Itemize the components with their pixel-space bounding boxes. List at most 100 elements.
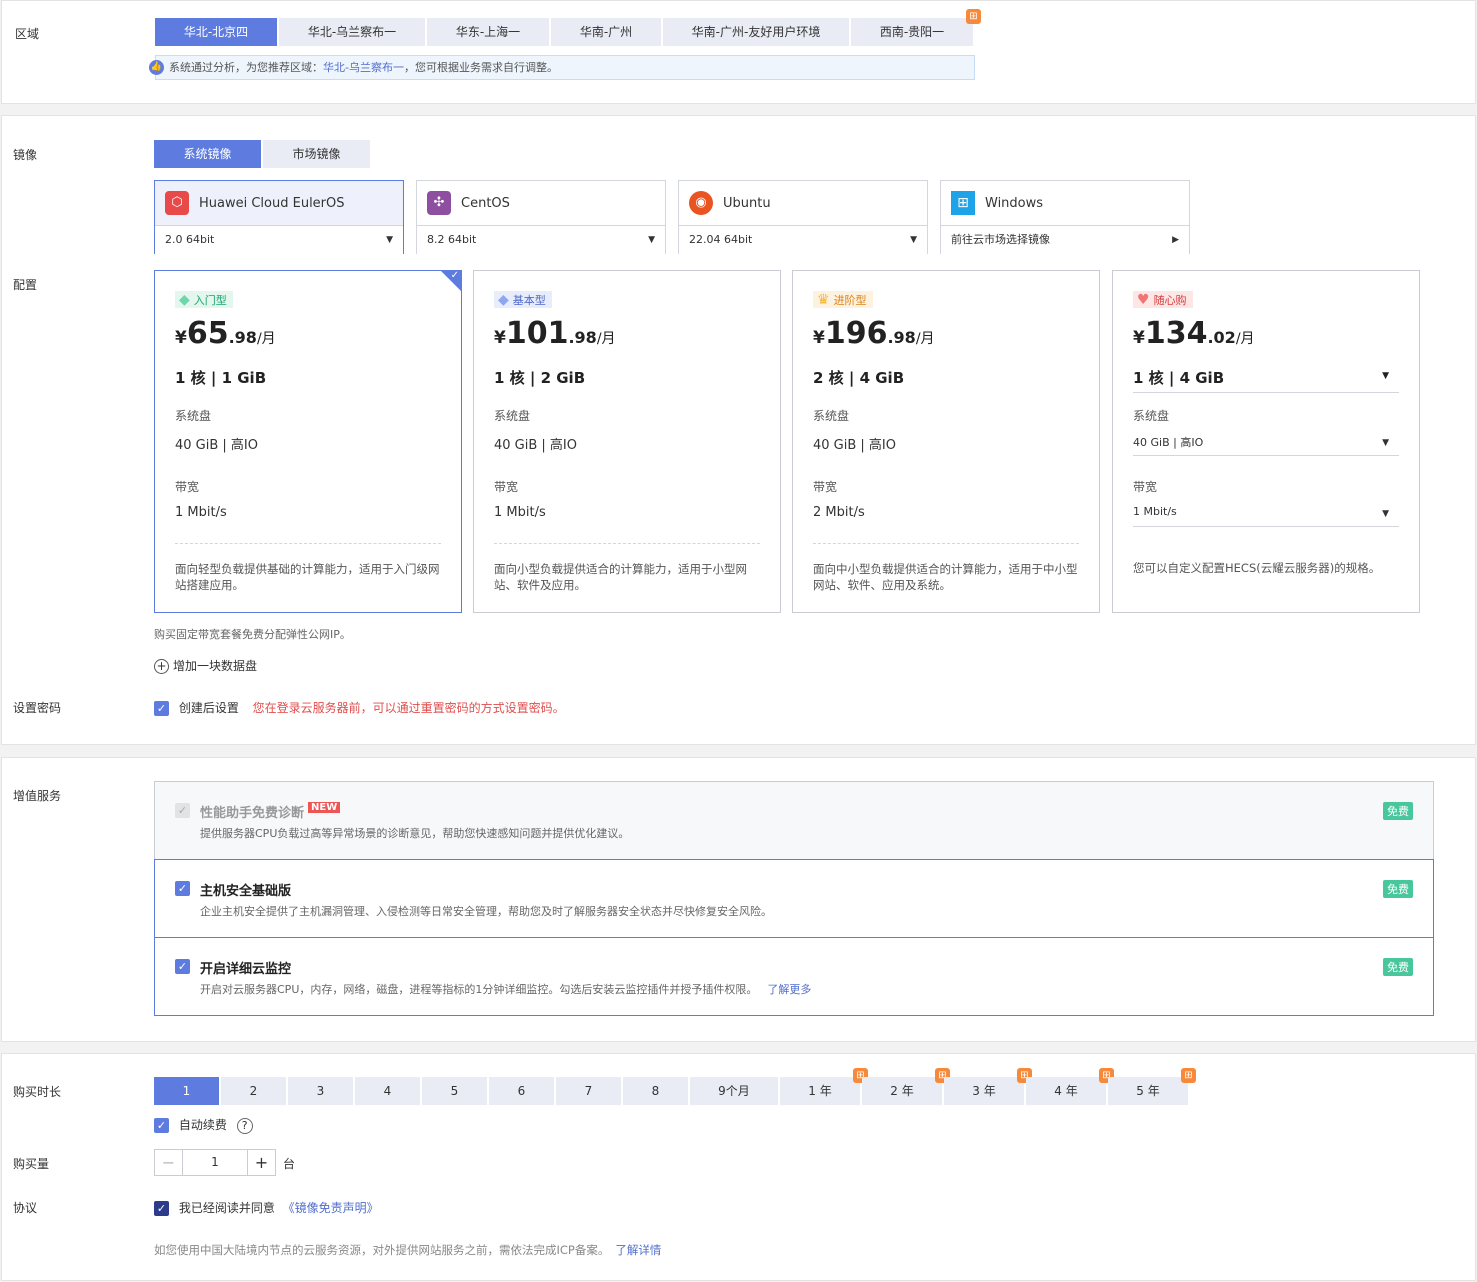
bw-value: 1 Mbit/s <box>494 505 546 520</box>
duration-4[interactable]: 4 <box>355 1077 420 1105</box>
crown-icon: ♛ <box>817 291 830 308</box>
duration-1-year-label: 1 年 <box>808 1084 832 1098</box>
os-card-centos[interactable]: ✣ CentOS 8.2 64bit ▼ <box>416 180 666 254</box>
tab-system-image[interactable]: 系统镜像 <box>154 140 261 168</box>
price-unit: /月 <box>256 331 276 347</box>
duration-2[interactable]: 2 <box>221 1077 286 1105</box>
tip-region-link[interactable]: 华北-乌兰察布一 <box>323 61 404 74</box>
bw-value: 1 Mbit/s <box>175 505 227 520</box>
tip-suffix: ，您可根据业务需求自行调整。 <box>403 61 558 74</box>
os-card-ubuntu[interactable]: ◉ Ubuntu 22.04 64bit ▼ <box>678 180 928 254</box>
free-badge: 免费 <box>1383 880 1413 898</box>
bw-label: 带宽 <box>175 480 200 494</box>
duration-7[interactable]: 7 <box>556 1077 621 1105</box>
disclaimer-link[interactable]: 《镜像免责声明》 <box>283 1201 379 1215</box>
decrement-button[interactable]: − <box>155 1150 182 1175</box>
gem-icon: ◆ <box>498 291 509 308</box>
price-dec: .02 <box>1207 328 1236 347</box>
price-dec: .98 <box>568 328 597 347</box>
os-card-windows[interactable]: ⊞ Windows 前往云市场选择镜像 ▶ <box>940 180 1190 254</box>
duration-5-year[interactable]: 5 年 ⊞ <box>1108 1068 1196 1105</box>
spec-select[interactable]: 1 核 | 4 GiB ▼ <box>1133 367 1399 393</box>
region-tab-guangzhou[interactable]: 华南-广州 <box>551 18 661 46</box>
price-int: 65 <box>186 316 229 351</box>
plan-card-basic[interactable]: ◆ 基本型 ¥101.98/月 1 核 | 2 GiB 系统盘 40 GiB | … <box>473 270 781 613</box>
auto-renew: ✓ 自动续费 ? <box>154 1116 253 1134</box>
plan-card-custom[interactable]: ♥ 随心购 ¥134.02/月 1 核 | 4 GiB ▼ 系统盘 40 GiB |… <box>1112 270 1420 613</box>
host-security-checkbox[interactable]: ✓ <box>175 881 190 896</box>
duration-2-year[interactable]: 2 年 ⊞ <box>862 1068 950 1105</box>
duration-4-year[interactable]: 4 年 ⊞ <box>1026 1068 1114 1105</box>
price-int: 101 <box>505 316 569 351</box>
region-tab-ulanqab1[interactable]: 华北-乌兰察布一 <box>279 18 425 46</box>
free-badge: 免费 <box>1383 802 1413 820</box>
duration-3-year[interactable]: 3 年 ⊞ <box>944 1068 1032 1105</box>
duration-6[interactable]: 6 <box>489 1077 554 1105</box>
duration-2-year-label: 2 年 <box>890 1084 914 1098</box>
os-version-select[interactable]: 8.2 64bit ▼ <box>417 226 665 254</box>
windows-logo-icon: ⊞ <box>951 191 975 215</box>
region-tab-guangzhou-friendly[interactable]: 华南-广州-友好用户环境 <box>663 18 849 46</box>
ip-note: 购买固定带宽套餐免费分配弹性公网IP。 <box>154 628 351 641</box>
price-currency: ¥ <box>813 328 825 348</box>
os-market-link[interactable]: 前往云市场选择镜像 ▶ <box>941 226 1189 254</box>
vas-item-host-security[interactable]: ✓ 主机安全基础版 企业主机安全提供了主机漏洞管理、入侵检测等日常安全管理，帮助… <box>154 859 1434 938</box>
duration-3-year-label: 3 年 <box>972 1084 996 1098</box>
plan-badge: ♥ 随心购 <box>1133 291 1193 308</box>
plan-badge: ◆ 入门型 <box>175 291 233 308</box>
icp-note-text: 如您使用中国大陆境内节点的云服务资源，对外提供网站服务之前，需依法完成ICP备案… <box>154 1243 610 1257</box>
duration-label: 购买时长 <box>13 1085 62 1099</box>
duration-8[interactable]: 8 <box>623 1077 688 1105</box>
duration-1-year[interactable]: 1 年 ⊞ <box>780 1068 868 1105</box>
new-badge: NEW <box>308 802 341 813</box>
help-icon[interactable]: ? <box>236 1117 253 1134</box>
icp-details-link[interactable]: 了解详情 <box>615 1243 661 1257</box>
ubuntu-logo-icon: ◉ <box>689 191 713 215</box>
os-version-select[interactable]: 22.04 64bit ▼ <box>679 226 927 254</box>
os-version-select[interactable]: 2.0 64bit ▼ <box>155 226 403 254</box>
os-version-value: 22.04 64bit <box>689 233 753 246</box>
password-checkbox[interactable]: ✓ <box>154 701 169 716</box>
config-label: 配置 <box>13 278 38 292</box>
quantity-input[interactable]: 1 <box>182 1150 248 1175</box>
quantity-stepper: − 1 + <box>154 1149 276 1176</box>
duration-9-months[interactable]: 9个月 <box>690 1077 778 1105</box>
disk-select[interactable]: 40 GiB | 高IO ▼ <box>1133 434 1399 456</box>
plan-badge-label: 入门型 <box>193 293 227 307</box>
region-tab-guiyang1[interactable]: 西南-贵阳一 ⊞ <box>851 9 981 46</box>
region-tab-shanghai1[interactable]: 华东-上海一 <box>427 18 549 46</box>
disk-select-value: 40 GiB | 高IO <box>1133 436 1204 449</box>
diagnosis-checkbox: ✓ <box>175 803 190 818</box>
plan-badge-label: 基本型 <box>512 293 546 307</box>
plan-spec: 2 核 | 4 GiB <box>813 369 905 387</box>
plan-desc: 您可以自定义配置HECS(云耀云服务器)的规格。 <box>1133 561 1381 575</box>
cloud-monitor-checkbox[interactable]: ✓ <box>175 959 190 974</box>
vas-desc: 开启对云服务器CPU，内存，网络，磁盘，进程等指标的1分钟详细监控。勾选后安装云… <box>200 981 811 997</box>
add-data-disk-button[interactable]: + 增加一块数据盘 <box>154 657 257 674</box>
gift-icon: ⊞ <box>1181 1068 1196 1083</box>
vas-item-cloud-monitor[interactable]: ✓ 开启详细云监控 开启对云服务器CPU，内存，网络，磁盘，进程等指标的1分钟详… <box>154 937 1434 1016</box>
password-label: 设置密码 <box>13 701 62 715</box>
duration-1[interactable]: 1 <box>154 1077 219 1105</box>
learn-more-link[interactable]: 了解更多 <box>767 983 811 996</box>
os-name: Windows <box>985 195 1044 211</box>
selected-corner: ✓ <box>440 270 462 292</box>
password-warning: 您在登录云服务器前，可以通过重置密码的方式设置密码。 <box>252 701 565 715</box>
add-data-disk-label: 增加一块数据盘 <box>173 659 258 673</box>
plan-card-advanced[interactable]: ♛ 进阶型 ¥196.98/月 2 核 | 4 GiB 系统盘 40 GiB | … <box>792 270 1100 613</box>
os-card-euleros[interactable]: ⬡ Huawei Cloud EulerOS 2.0 64bit ▼ <box>154 180 404 254</box>
plan-spec: 1 核 | 1 GiB <box>175 369 267 387</box>
icp-note: 如您使用中国大陆境内节点的云服务资源，对外提供网站服务之前，需依法完成ICP备案… <box>154 1242 661 1258</box>
auto-renew-checkbox[interactable]: ✓ <box>154 1118 169 1133</box>
password-option-label: 创建后设置 <box>178 701 239 715</box>
region-tab-guiyang1-label: 西南-贵阳一 <box>879 25 945 39</box>
increment-button[interactable]: + <box>248 1150 275 1175</box>
duration-3[interactable]: 3 <box>288 1077 353 1105</box>
agreement-checkbox[interactable]: ✓ <box>154 1201 169 1216</box>
region-tab-beijing4[interactable]: 华北-北京四 <box>155 18 277 46</box>
plan-card-entry[interactable]: ✓ ◆ 入门型 ¥65.98/月 1 核 | 1 GiB 系统盘 40 GiB |… <box>154 270 462 613</box>
duration-5[interactable]: 5 <box>422 1077 487 1105</box>
tab-market-image[interactable]: 市场镜像 <box>263 140 370 168</box>
agreement-text: 我已经阅读并同意 <box>178 1201 275 1215</box>
bw-select[interactable]: 1 Mbit/s ▼ <box>1133 505 1399 527</box>
